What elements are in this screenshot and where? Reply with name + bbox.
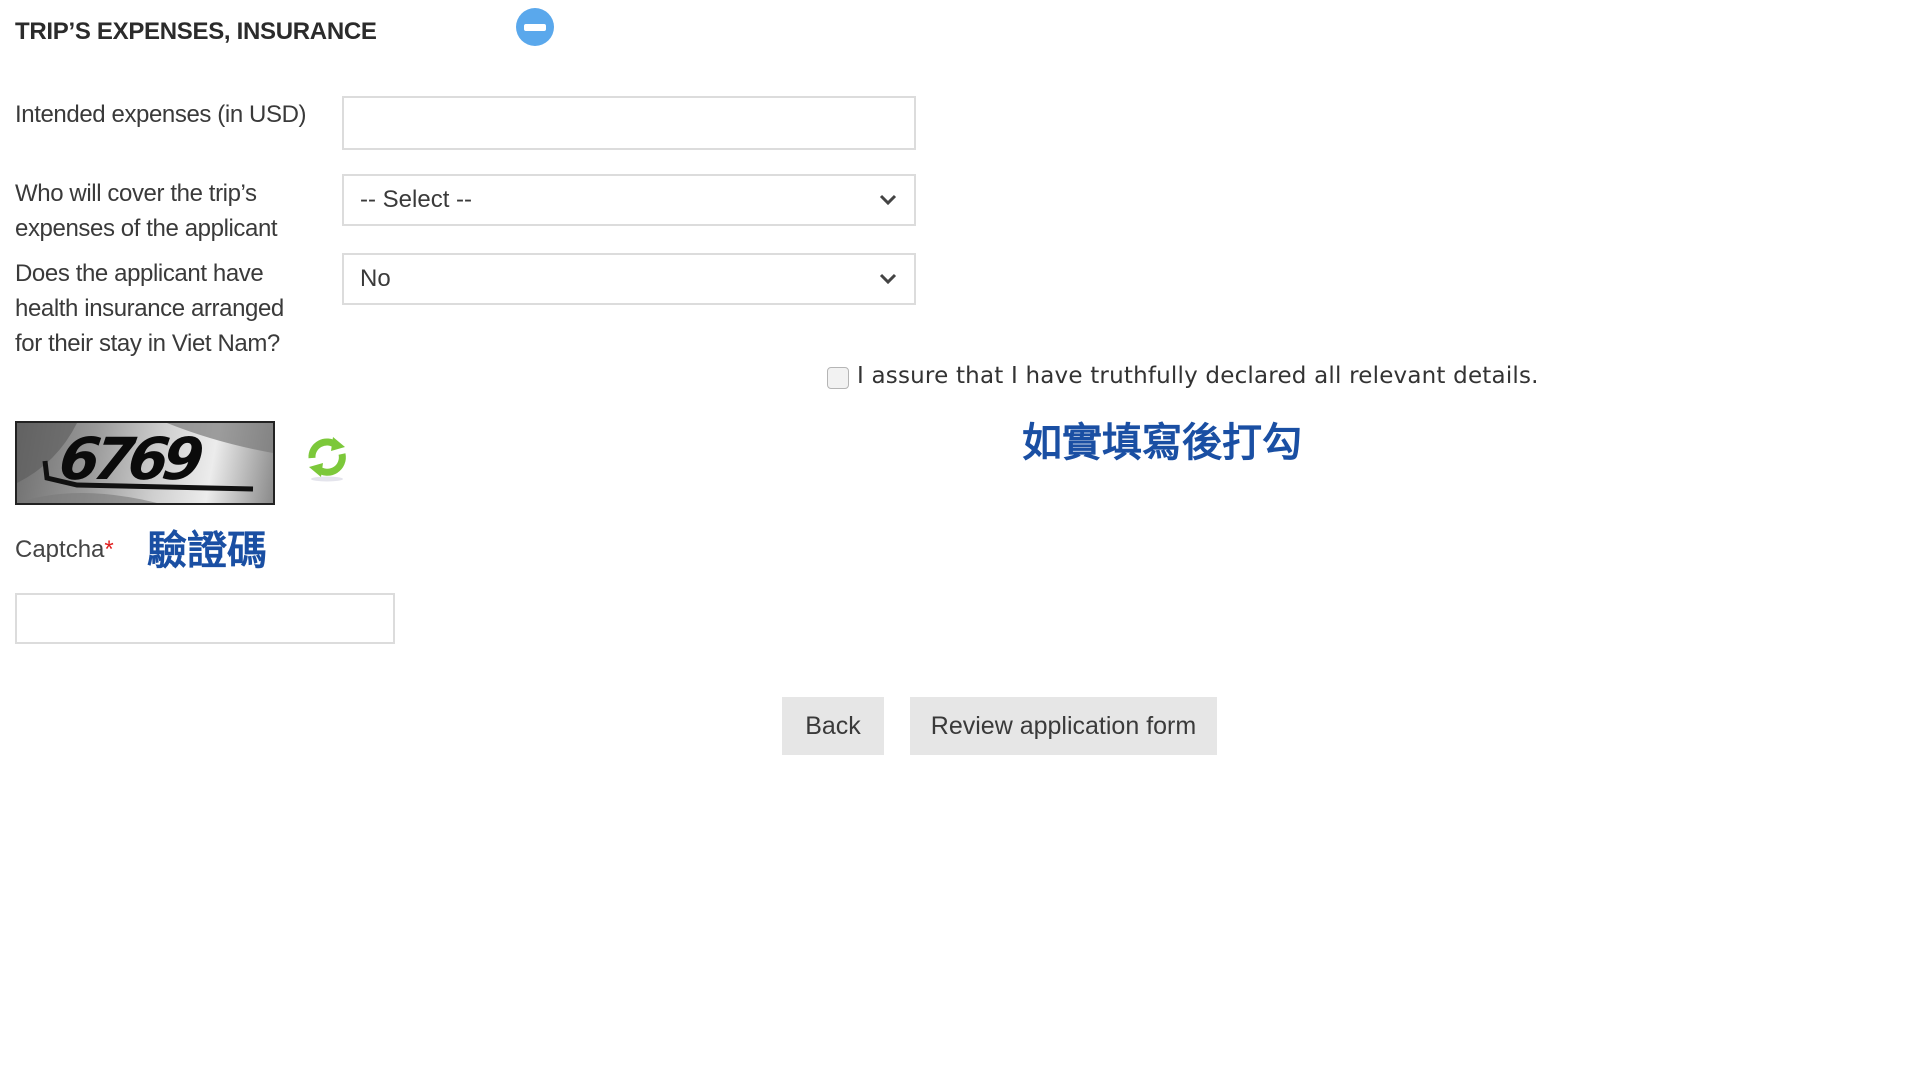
minus-circle-icon bbox=[524, 23, 546, 31]
review-application-button[interactable]: Review application form bbox=[910, 697, 1217, 755]
insurance-label-line: health insurance arranged bbox=[15, 295, 284, 322]
captcha-label: Captcha* bbox=[15, 536, 114, 564]
insurance-label-line: for their stay in Viet Nam? bbox=[15, 330, 280, 357]
captcha-graphic: 6769 bbox=[17, 423, 273, 503]
collapse-section-button[interactable] bbox=[516, 8, 554, 46]
chevron-down-icon bbox=[879, 273, 897, 285]
captcha-text: 6769 bbox=[55, 425, 205, 493]
expenses-input[interactable] bbox=[342, 96, 916, 150]
coverer-label-line: Who will cover the trip’s bbox=[15, 180, 257, 207]
captcha-refresh-button[interactable] bbox=[300, 430, 354, 484]
expenses-label: Intended expenses (in USD) bbox=[15, 101, 307, 128]
coverer-select-value: -- Select -- bbox=[360, 186, 473, 213]
section-title: TRIP’S EXPENSES, INSURANCE bbox=[15, 18, 377, 45]
coverer-label: Who will cover the trip’s expenses of th… bbox=[15, 176, 315, 246]
chevron-down-icon bbox=[879, 194, 897, 206]
insurance-label-line: Does the applicant have bbox=[15, 260, 264, 287]
insurance-label: Does the applicant have health insurance… bbox=[15, 256, 315, 361]
declaration-annotation: 如實填寫後打勾 bbox=[1022, 419, 1302, 466]
back-button[interactable]: Back bbox=[782, 697, 884, 755]
insurance-select[interactable]: No bbox=[342, 253, 916, 305]
declaration-text: I assure that I have truthfully declared… bbox=[857, 363, 1539, 389]
required-asterisk: * bbox=[104, 536, 114, 563]
insurance-select-value: No bbox=[360, 265, 391, 292]
refresh-icon bbox=[308, 437, 346, 482]
captcha-label-text: Captcha bbox=[15, 536, 105, 563]
captcha-annotation: 驗證碼 bbox=[147, 527, 267, 574]
captcha-input[interactable] bbox=[15, 593, 395, 644]
captcha-image: 6769 bbox=[15, 421, 275, 505]
coverer-label-line: expenses of the applicant bbox=[15, 215, 278, 242]
coverer-select[interactable]: -- Select -- bbox=[342, 174, 916, 226]
declaration-checkbox[interactable] bbox=[827, 367, 849, 389]
